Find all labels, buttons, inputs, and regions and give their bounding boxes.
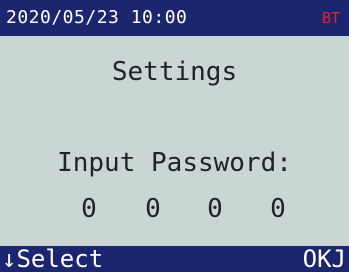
softkey-bar: ↓Select OKJ — [0, 246, 349, 272]
status-bar: 2020/05/23 10:00 BT — [0, 0, 349, 36]
password-prompt: Input Password: — [57, 148, 292, 178]
password-digit-4[interactable]: 0 — [263, 192, 293, 226]
ok-softkey[interactable]: OKJ — [303, 246, 346, 272]
screen-title: Settings — [111, 57, 238, 87]
device-screen: 2020/05/23 10:00 BT Settings Input Passw… — [0, 0, 349, 272]
datetime-display: 2020/05/23 10:00 — [6, 7, 188, 28]
password-digit-1[interactable]: 0 — [74, 192, 104, 226]
password-input[interactable]: 0 0 0 0 — [0, 192, 349, 228]
password-digit-2[interactable]: 0 — [138, 192, 168, 226]
bluetooth-indicator: BT — [321, 9, 340, 27]
select-softkey[interactable]: ↓Select — [2, 246, 103, 272]
password-digit-3[interactable]: 0 — [200, 192, 230, 226]
